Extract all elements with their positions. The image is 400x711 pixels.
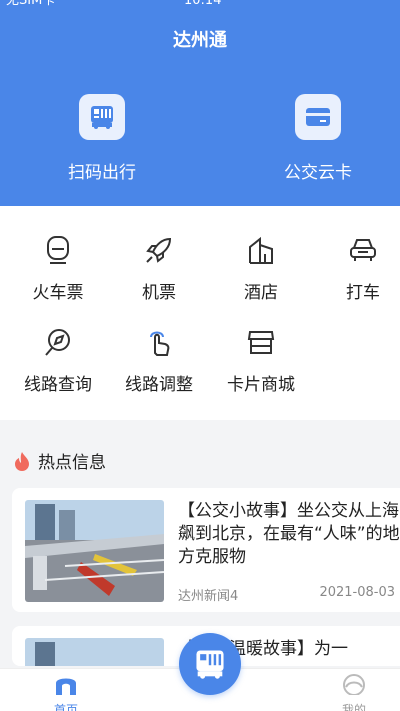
hot-news-header: 热点信息 [14,448,106,473]
news-title: 【公交小故事】坐公交从上海飙到北京，在最有“人味”的地方克服物 [178,501,400,567]
bus-cloud-card-label: 公交云卡 [284,163,352,183]
service-train[interactable]: 火车票 [8,234,108,303]
news-source: 达州新闻4 [178,589,239,604]
tab-mine[interactable]: 我的 [314,669,394,711]
scan-ride-label: 扫码出行 [68,163,136,183]
carrier-status: 无SIM卡 [6,0,56,8]
service-route-search-label: 线路查询 [24,375,92,395]
news-date: 2021-08-03 [319,585,395,600]
service-taxi[interactable]: 打车 [313,234,400,303]
news-thumbnail [25,638,164,666]
app-header: 无SIM卡 10:14 达州通 扫码出行 公交云卡 [0,0,400,206]
clock: 10:14 [184,0,222,8]
service-flight[interactable]: 机票 [109,234,209,303]
scan-fab-button[interactable] [179,633,241,695]
service-route-adjust-label: 线路调整 [125,375,193,395]
service-grid: 火车票 机票 酒店 打车 线路查询 线路调整 卡片商城 [0,206,400,420]
flame-icon [15,451,29,471]
page-title: 达州通 [173,30,227,51]
service-taxi-label: 打车 [346,283,380,303]
news-thumbnail [25,500,164,602]
tab-home-label: 首页 [53,703,78,711]
route-search-icon [42,326,74,358]
bus-cloud-card-button[interactable]: 公交云卡 [248,94,388,183]
rocket-icon [143,234,175,266]
news-card[interactable]: 【公交小故事】坐公交从上海飙到北京，在最有“人味”的地方克服物 达州新闻4 20… [12,488,400,612]
home-icon [56,678,76,695]
taxi-icon [347,234,379,266]
service-route-adjust[interactable]: 线路调整 [109,326,209,395]
tab-mine-label: 我的 [341,703,366,711]
scan-ride-button[interactable]: 扫码出行 [32,94,172,183]
service-hotel-label: 酒店 [244,283,278,303]
profile-icon [343,674,365,696]
hotel-icon [245,234,277,266]
card-icon [295,94,341,140]
bus-qr-icon [196,650,224,679]
train-icon [42,234,74,266]
service-route-search[interactable]: 线路查询 [8,326,108,395]
shop-icon [245,326,277,358]
bus-qr-icon [79,94,125,140]
tab-home[interactable]: 首页 [26,669,106,711]
status-bar: 无SIM卡 10:14 [0,0,400,14]
service-hotel[interactable]: 酒店 [211,234,311,303]
tap-icon [143,326,175,358]
service-card-shop[interactable]: 卡片商城 [211,326,311,395]
service-train-label: 火车票 [32,283,84,303]
service-card-shop-label: 卡片商城 [227,375,295,395]
hot-news-title: 热点信息 [38,453,106,473]
service-flight-label: 机票 [142,283,176,303]
